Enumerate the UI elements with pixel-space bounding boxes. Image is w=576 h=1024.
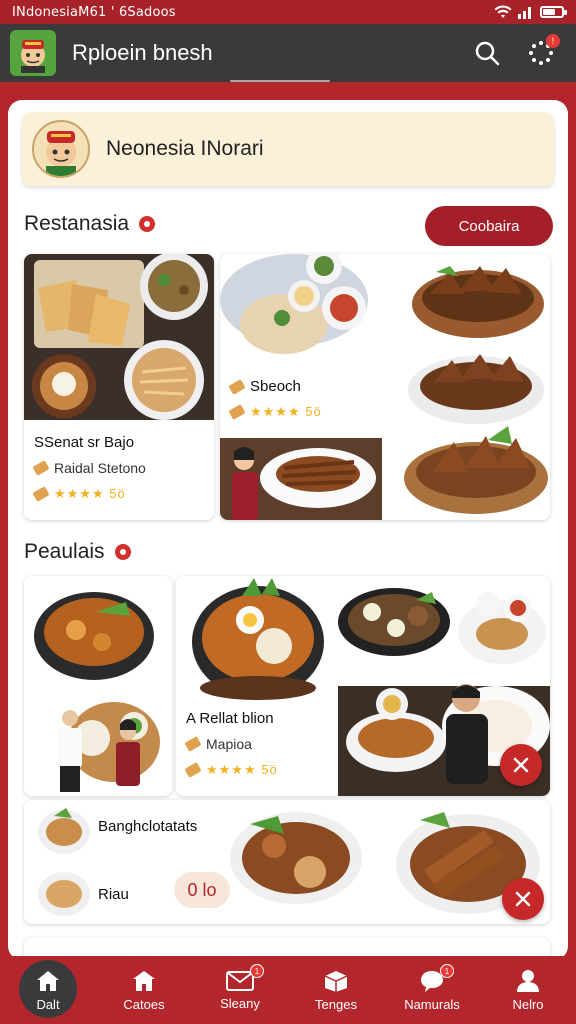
restaurant-card-2[interactable]: Sbeoch ★★★★ 5ö xyxy=(220,254,550,520)
notification-badge: ! xyxy=(546,34,560,48)
restaurant-rating: ★★★★ 5ö xyxy=(32,486,126,502)
content-panel: Neonesia INorari Restanasia Coobaira SSe… xyxy=(8,100,568,960)
nav-label: Catoes xyxy=(123,996,165,1012)
wifi-icon xyxy=(494,5,512,18)
section-action-button[interactable]: Coobaira xyxy=(425,206,553,246)
restaurant-name-text: SSenat sr Bajo xyxy=(34,434,135,451)
restaurant-subtitle-text: Mapioa xyxy=(206,736,252,752)
nav-item-messages[interactable]: 1 Sleany xyxy=(192,956,288,1024)
home-icon xyxy=(37,970,59,991)
appbar-indicator xyxy=(230,80,330,82)
close-button[interactable] xyxy=(500,744,542,786)
restaurant-subtitle: Raidal Stetono xyxy=(32,460,146,476)
restaurant-rating: ★★★★ 5ö xyxy=(228,404,322,420)
nav-item-profile[interactable]: Nelro xyxy=(480,956,576,1024)
list-item-text: Riau xyxy=(98,886,129,903)
restaurant-card-1[interactable]: SSenat sr Bajo Raidal Stetono ★★★★ 5ö xyxy=(24,254,214,520)
restaurant-subtitle: Mapioa xyxy=(184,736,252,752)
nav-label: Sleany xyxy=(220,995,260,1011)
restaurant-name: Sbeoch xyxy=(228,378,301,395)
rating-tag-icon xyxy=(184,762,202,778)
notifications-button[interactable]: ! xyxy=(526,34,560,68)
search-icon xyxy=(475,41,500,66)
nav-label: Nelro xyxy=(512,996,544,1012)
app-bar: Rploein bnesh ! xyxy=(0,24,576,82)
restaurant-name-text: Sbeoch xyxy=(250,378,301,395)
user-card[interactable]: Neonesia INorari xyxy=(22,112,554,186)
list-item[interactable]: Banghclotatats xyxy=(98,818,197,835)
store-icon xyxy=(133,970,155,991)
list-item-text: Banghclotatats xyxy=(98,818,198,835)
close-button[interactable] xyxy=(502,878,544,920)
tag-icon xyxy=(228,378,246,395)
rating-tag-icon xyxy=(228,404,246,420)
nav-badge: 1 xyxy=(250,964,264,978)
section-title-popular: Peaulais xyxy=(24,540,131,564)
nav-badge: 1 xyxy=(440,964,454,978)
food-image xyxy=(24,254,214,420)
restaurant-subtitle-text: Raidal Stetono xyxy=(54,460,146,476)
battery-icon xyxy=(540,6,567,18)
rating-tag-icon xyxy=(32,486,50,502)
section-title-restaurants: Restanasia xyxy=(24,212,156,236)
box-icon xyxy=(324,970,348,992)
close-icon xyxy=(513,757,529,773)
tag-icon xyxy=(184,736,202,752)
close-icon xyxy=(515,891,531,907)
nav-item-chat[interactable]: 1 Namurals xyxy=(384,956,480,1024)
tag-icon xyxy=(32,460,50,476)
list-item[interactable]: Riau xyxy=(98,886,129,903)
app-title: Rploein bnesh xyxy=(72,40,213,65)
status-bar: INdonesiaM61 ' 6Sadoos xyxy=(0,0,576,24)
rating-text: ★★★★ 5ö xyxy=(250,404,322,419)
rating-text: ★★★★ 5ö xyxy=(206,762,278,777)
user-name: Neonesia INorari xyxy=(106,137,264,160)
nav-item-stores[interactable]: Catoes xyxy=(96,956,192,1024)
list-card[interactable]: Banghclotatats Riau 0 lo xyxy=(24,800,550,924)
location-pin-icon xyxy=(114,544,131,560)
nav-label: Namurals xyxy=(404,996,460,1012)
price-chip[interactable]: 0 lo xyxy=(174,872,230,908)
nav-item-orders[interactable]: Tenges xyxy=(288,956,384,1024)
nav-label: Tenges xyxy=(315,996,357,1012)
restaurant-rating: ★★★★ 5ö xyxy=(184,762,278,778)
rating-text: ★★★★ 5ö xyxy=(54,486,126,501)
nav-label: Dalt xyxy=(36,996,60,1012)
signal-icon xyxy=(518,7,531,19)
profile-icon xyxy=(517,969,539,992)
app-logo[interactable] xyxy=(10,30,56,76)
search-button[interactable] xyxy=(472,38,502,68)
food-image xyxy=(24,576,172,796)
avatar xyxy=(32,120,90,178)
restaurant-name: SSenat sr Bajo xyxy=(34,434,134,451)
restaurant-name-text: A Rellat blion xyxy=(186,710,274,727)
nav-item-home[interactable]: Dalt xyxy=(0,956,96,1024)
restaurant-name: A Rellat blion xyxy=(186,710,274,727)
location-pin-icon xyxy=(139,216,156,232)
section-title-text: Restanasia xyxy=(24,212,130,235)
bottom-navigation: Dalt Catoes 1 Sleany Tenges 1 Namurals N… xyxy=(0,956,576,1024)
section-title-text: Peaulais xyxy=(24,540,105,563)
status-text: INdonesiaM61 ' 6Sadoos xyxy=(12,4,176,20)
restaurant-card-3[interactable]: A Rellat blion Mapioa ★★★★ 5ö xyxy=(176,576,550,796)
dish-card[interactable] xyxy=(24,576,172,796)
